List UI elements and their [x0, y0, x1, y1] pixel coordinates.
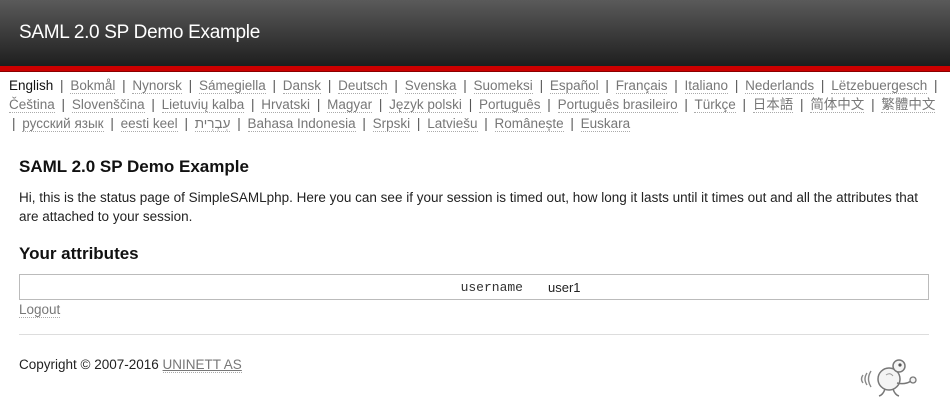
main-content: SAML 2.0 SP Demo Example Hi, this is the…: [0, 157, 950, 403]
language-separator: |: [934, 78, 938, 93]
language-link[interactable]: Język polski: [389, 97, 462, 113]
language-separator: |: [316, 97, 321, 112]
language-link[interactable]: Magyar: [327, 97, 373, 113]
copyright: Copyright © 2007-2016 UNINETT AS: [19, 357, 242, 373]
uninett-link[interactable]: UNINETT AS: [162, 357, 242, 373]
page-title: SAML 2.0 SP Demo Example: [19, 157, 249, 176]
attributes-heading: Your attributes: [19, 244, 139, 263]
language-link[interactable]: eesti keel: [120, 116, 178, 132]
language-separator: |: [871, 97, 875, 112]
language-link[interactable]: Euskara: [580, 116, 631, 132]
language-link[interactable]: Español: [549, 78, 599, 94]
language-separator: |: [272, 78, 277, 93]
language-link[interactable]: Lëtzebuergesch: [831, 78, 928, 94]
header-title: SAML 2.0 SP Demo Example: [19, 22, 260, 43]
language-separator: |: [237, 116, 241, 131]
language-separator: |: [12, 116, 16, 131]
language-link[interactable]: עִבְרִית: [194, 116, 231, 132]
footer-divider: [19, 334, 929, 335]
attributes-table: username user1: [19, 274, 929, 300]
language-separator: |: [570, 116, 574, 131]
language-separator: |: [378, 97, 383, 112]
language-link[interactable]: Čeština: [9, 97, 55, 113]
language-separator: |: [463, 78, 467, 93]
language-separator: |: [60, 78, 64, 93]
language-separator: |: [110, 116, 114, 131]
intro-text: Hi, this is the status page of SimpleSAM…: [19, 190, 918, 224]
language-link[interactable]: Dansk: [282, 78, 322, 94]
language-separator: |: [151, 97, 155, 112]
language-separator: |: [742, 97, 746, 112]
language-separator: |: [734, 78, 739, 93]
language-link[interactable]: Nynorsk: [132, 78, 182, 94]
language-separator: |: [122, 78, 126, 93]
language-separator: |: [362, 116, 366, 131]
simplesamlphp-mascot-icon: [859, 355, 921, 404]
footer: Copyright © 2007-2016 UNINETT AS: [19, 343, 929, 403]
language-link[interactable]: Hrvatski: [261, 97, 311, 113]
language-link[interactable]: Türkçe: [694, 97, 736, 113]
language-link[interactable]: Bokmål: [70, 78, 116, 94]
language-separator: |: [800, 97, 804, 112]
language-separator: |: [468, 97, 473, 112]
language-link[interactable]: Italiano: [684, 78, 729, 94]
attribute-name: username: [460, 279, 523, 295]
language-separator: |: [605, 78, 609, 93]
language-separator: |: [416, 116, 421, 131]
language-separator: |: [327, 78, 332, 93]
language-link[interactable]: 简体中文: [810, 97, 865, 113]
language-link[interactable]: Latviešu: [427, 116, 478, 132]
language-link[interactable]: 日本語: [752, 97, 794, 113]
language-separator: |: [61, 97, 66, 112]
language-link[interactable]: 繁體中文: [881, 97, 936, 113]
language-link[interactable]: Français: [615, 78, 668, 94]
language-link[interactable]: Românește: [494, 116, 564, 132]
language-separator: |: [188, 78, 193, 93]
language-link[interactable]: Bahasa Indonesia: [247, 116, 356, 132]
logout-link[interactable]: Logout: [19, 302, 61, 318]
language-bar: English | Bokmål | Nynorsk | Sámegiella …: [0, 72, 950, 133]
language-link[interactable]: Suomeksi: [473, 78, 533, 94]
language-separator: |: [674, 78, 678, 93]
language-separator: |: [539, 78, 544, 93]
language-current: English: [9, 78, 54, 93]
language-link[interactable]: русский язык: [22, 116, 104, 132]
language-link[interactable]: Slovenščina: [71, 97, 145, 113]
language-link[interactable]: Português brasileiro: [557, 97, 678, 113]
language-link[interactable]: Sámegiella: [198, 78, 266, 94]
attribute-value: user1: [548, 279, 581, 295]
language-separator: |: [484, 116, 488, 131]
language-separator: |: [684, 97, 688, 112]
language-link[interactable]: Lietuvių kalba: [161, 97, 245, 113]
language-link[interactable]: Português: [478, 97, 541, 113]
language-separator: |: [820, 78, 825, 93]
page-header: SAML 2.0 SP Demo Example: [0, 0, 950, 66]
table-row: username user1: [20, 275, 929, 300]
copyright-text: Copyright © 2007-2016: [19, 357, 163, 372]
language-separator: |: [184, 116, 188, 131]
language-link[interactable]: Nederlands: [745, 78, 815, 94]
language-link[interactable]: Deutsch: [338, 78, 388, 94]
language-link[interactable]: Srpski: [372, 116, 411, 132]
language-separator: |: [251, 97, 255, 112]
language-link[interactable]: Svenska: [404, 78, 457, 94]
language-separator: |: [394, 78, 398, 93]
language-separator: |: [547, 97, 551, 112]
